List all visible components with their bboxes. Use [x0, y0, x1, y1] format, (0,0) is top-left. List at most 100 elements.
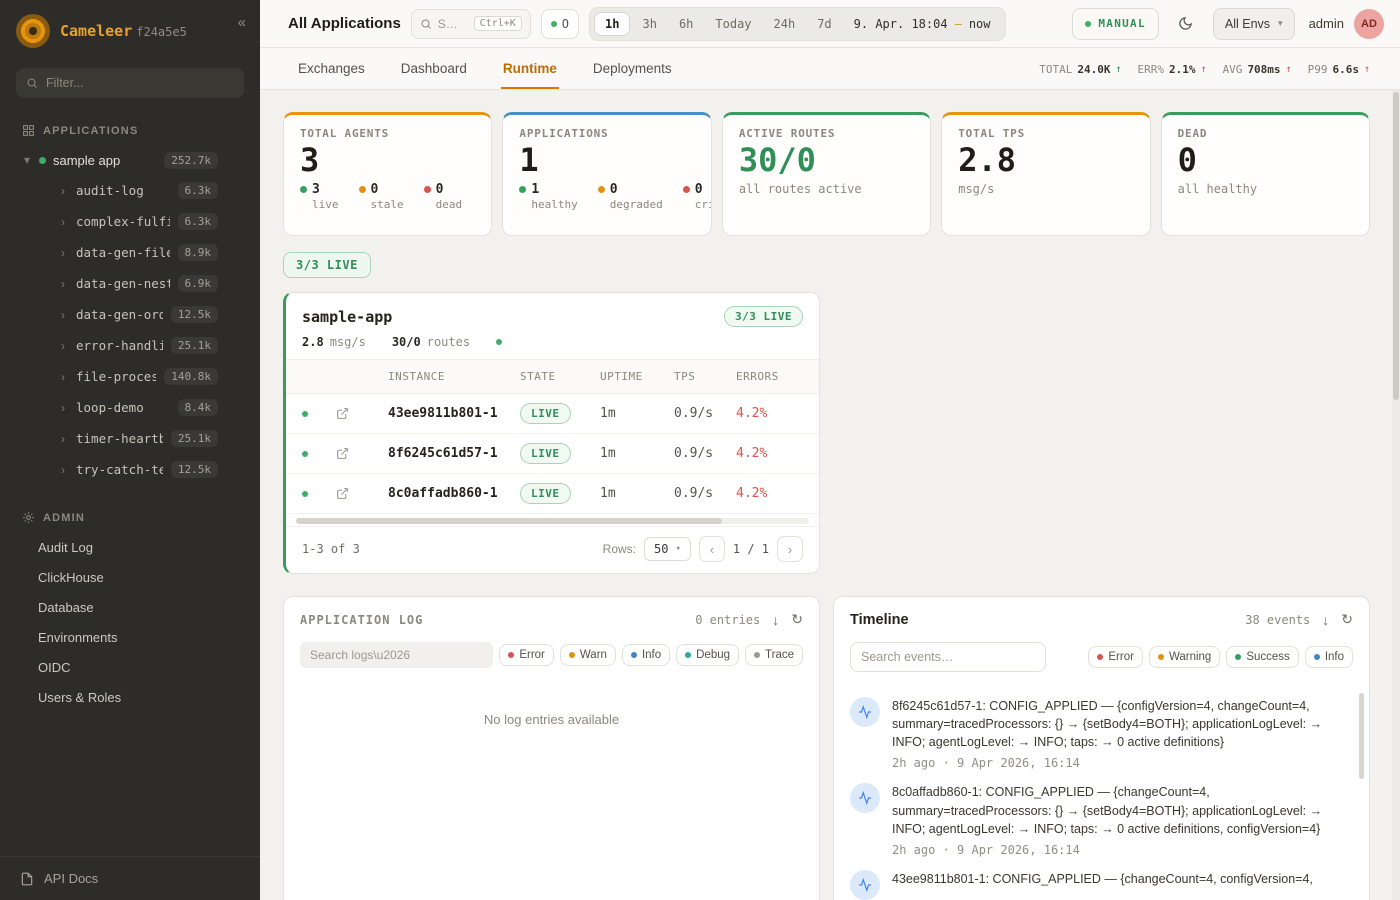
filter-chip-warning[interactable]: Warning [1149, 646, 1220, 668]
environment-select[interactable]: All Envs ▾ [1213, 8, 1295, 40]
time-range-6h[interactable]: 6h [669, 13, 703, 35]
sidebar-item-sample-app[interactable]: ▾ sample app 252.7k [0, 145, 260, 175]
application-meta: 2.8 msg/s 30/0 routes [286, 331, 819, 360]
count-badge: 140.8k [164, 368, 218, 385]
stat-card-dead: DEAD 0 all healthy [1161, 112, 1370, 236]
status-dot [302, 491, 308, 497]
time-range-1h[interactable]: 1h [594, 12, 630, 36]
external-link-icon[interactable] [336, 487, 388, 500]
filter-chip-debug[interactable]: Debug [676, 644, 739, 666]
sidebar-item-loop-demo[interactable]: › loop-demo 8.4k [0, 392, 260, 423]
dark-mode-toggle[interactable] [1169, 8, 1203, 40]
admin-item-environments[interactable]: Environments [0, 622, 260, 652]
sidebar-item-audit-log[interactable]: › audit-log 6.3k [0, 175, 260, 206]
download-icon[interactable]: ↓ [772, 612, 779, 628]
chevron-right-icon: › [58, 246, 68, 260]
api-docs-link[interactable]: API Docs [0, 856, 260, 900]
refresh-icon[interactable]: ↻ [1341, 611, 1353, 628]
status-dot [359, 186, 366, 193]
filter-chip-success[interactable]: Success [1226, 646, 1298, 668]
tab-deployments[interactable]: Deployments [591, 49, 674, 89]
chevron-right-icon: › [58, 432, 68, 446]
log-search-input[interactable] [300, 642, 493, 668]
timeline-event[interactable]: 8c0affadb860-1: CONFIG_APPLIED — {change… [850, 783, 1353, 856]
sidebar-item-data-gen-orders[interactable]: › data-gen-orders 12.5k [0, 299, 260, 330]
sidebar-item-complex-fulfillment[interactable]: › complex-fulfillm… 6.3k [0, 206, 260, 237]
sidebar-item-data-gen-nested[interactable]: › data-gen-neste… 6.9k [0, 268, 260, 299]
prev-page-button[interactable]: ‹ [699, 536, 725, 562]
manual-refresh-button[interactable]: MANUAL [1072, 8, 1159, 40]
time-range-today[interactable]: Today [705, 13, 761, 35]
sidebar: Cameleerf24a5e5 « APPLICATIONS ▾ sample … [0, 0, 260, 900]
horizontal-scrollbar[interactable] [296, 518, 809, 524]
next-page-button[interactable]: › [777, 536, 803, 562]
admin-item-audit-log[interactable]: Audit Log [0, 532, 260, 562]
sidebar-filter [16, 68, 244, 98]
activity-icon [850, 783, 880, 813]
timeline-event[interactable]: 43ee9811b801-1: CONFIG_APPLIED — {change… [850, 870, 1353, 900]
online-status-chip[interactable]: O [541, 9, 579, 39]
filter-chip-info[interactable]: Info [1305, 646, 1353, 668]
admin-item-clickhouse[interactable]: ClickHouse [0, 562, 260, 592]
count-badge: 252.7k [164, 152, 218, 169]
avatar[interactable]: AD [1354, 9, 1384, 39]
tab-exchanges[interactable]: Exchanges [296, 49, 367, 89]
time-range-7d[interactable]: 7d [807, 13, 841, 35]
page-scrollbar[interactable] [1392, 90, 1400, 900]
filter-chip-error[interactable]: Error [499, 644, 554, 666]
stat-cards-row: TOTAL AGENTS 3 3 live 0 stale 0 [283, 112, 1370, 236]
application-log-card: APPLICATION LOG 0 entries ↓ ↻ Error Warn… [283, 596, 820, 900]
admin-item-users-roles[interactable]: Users & Roles [0, 682, 260, 712]
external-link-icon[interactable] [336, 447, 388, 460]
filter-chip-error[interactable]: Error [1088, 646, 1143, 668]
chevron-down-icon: ▾ [675, 544, 680, 554]
external-link-icon[interactable] [336, 407, 388, 420]
collapse-sidebar-icon[interactable]: « [238, 14, 246, 31]
count-badge: 25.1k [171, 337, 218, 354]
global-search[interactable]: S… Ctrl+K [411, 9, 531, 39]
tab-dashboard[interactable]: Dashboard [399, 49, 469, 89]
empty-state-message: No log entries available [284, 712, 819, 727]
event-timestamp: 2h ago · 9 Apr 2026, 16:14 [892, 843, 1353, 857]
status-dot [1097, 654, 1103, 660]
stat-card-active-routes: ACTIVE ROUTES 30/0 all routes active [722, 112, 931, 236]
date-range-display[interactable]: 9. Apr. 18:04 — now [844, 17, 1001, 31]
chevron-right-icon: › [58, 463, 68, 477]
timeline-search-input[interactable] [850, 642, 1046, 672]
filter-chip-warn[interactable]: Warn [560, 644, 616, 666]
timeline-event[interactable]: 8f6245c61d57-1: CONFIG_APPLIED — {config… [850, 697, 1353, 770]
tab-bar: Exchanges Dashboard Runtime Deployments … [260, 48, 1400, 90]
sidebar-item-timer-heartbeat[interactable]: › timer-heartbeat 25.1k [0, 423, 260, 454]
sidebar-item-try-catch-test[interactable]: › try-catch-test 12.5k [0, 454, 260, 485]
filter-chip-info[interactable]: Info [622, 644, 670, 666]
refresh-icon[interactable]: ↻ [791, 611, 803, 628]
tab-runtime[interactable]: Runtime [501, 49, 559, 89]
rows-per-page-select[interactable]: 50 ▾ [644, 537, 691, 561]
chevron-right-icon: › [58, 401, 68, 415]
status-dot [508, 652, 514, 658]
filter-chip-trace[interactable]: Trace [745, 644, 803, 666]
filter-input[interactable] [46, 76, 234, 90]
live-badge: LIVE [520, 403, 571, 424]
sidebar-item-error-handling[interactable]: › error-handling-… 25.1k [0, 330, 260, 361]
scrollbar-thumb[interactable] [296, 518, 722, 524]
log-entries-count: 0 entries [695, 613, 760, 627]
scrollbar-thumb[interactable] [1393, 92, 1399, 400]
top-header: All Applications S… Ctrl+K O 1h 3h 6h To… [260, 0, 1400, 48]
app-build-id: f24a5e5 [136, 25, 187, 39]
sidebar-header: Cameleerf24a5e5 « [0, 0, 260, 56]
stat-card-total-tps: TOTAL TPS 2.8 msg/s [941, 112, 1150, 236]
status-dot [300, 186, 307, 193]
live-status-chip[interactable]: 3/3 LIVE [283, 252, 371, 278]
applications-icon [22, 124, 35, 137]
timeline-scrollbar[interactable] [1359, 693, 1364, 779]
download-icon[interactable]: ↓ [1322, 612, 1329, 628]
admin-item-database[interactable]: Database [0, 592, 260, 622]
admin-item-oidc[interactable]: OIDC [0, 652, 260, 682]
time-range-24h[interactable]: 24h [764, 13, 806, 35]
sidebar-item-file-processing[interactable]: › file-processing 140.8k [0, 361, 260, 392]
applications-section-header: APPLICATIONS [0, 124, 260, 137]
timeline-events-count: 38 events [1245, 613, 1310, 627]
time-range-3h[interactable]: 3h [632, 13, 666, 35]
sidebar-item-data-gen-files[interactable]: › data-gen-files 8.9k [0, 237, 260, 268]
